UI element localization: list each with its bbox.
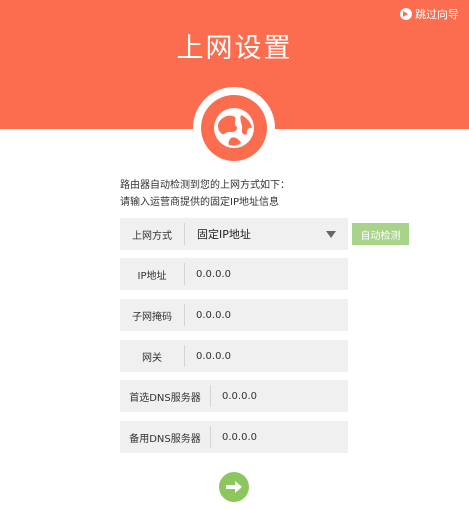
page-title: 上网设置 bbox=[176, 33, 293, 64]
connection-type-label: 上网方式 bbox=[132, 230, 172, 242]
secondary-dns-label: 备用DNS服务器 bbox=[129, 433, 201, 445]
ip-address-row: IP地址 0.0.0.0 bbox=[120, 258, 348, 290]
instruction-line-2: 请输入运营商提供的固定IP地址信息 bbox=[120, 197, 279, 208]
primary-dns-label: 首选DNS服务器 bbox=[129, 392, 201, 404]
subnet-mask-label: 子网掩码 bbox=[132, 311, 172, 323]
globe-badge bbox=[193, 87, 275, 169]
subnet-mask-input[interactable]: 0.0.0.0 bbox=[185, 310, 348, 321]
auto-detect-button[interactable]: 自动检测 bbox=[352, 223, 409, 245]
instructions: 路由器自动检测到您的上网方式如下： 请输入运营商提供的固定IP地址信息 bbox=[120, 177, 290, 211]
primary-dns-row: 首选DNS服务器 0.0.0.0 bbox=[120, 380, 348, 412]
skip-wizard-link[interactable]: 跳过向导 bbox=[400, 6, 459, 22]
gateway-label: 网关 bbox=[142, 352, 162, 364]
globe-icon bbox=[201, 95, 267, 161]
primary-dns-input[interactable]: 0.0.0.0 bbox=[211, 391, 348, 402]
ip-address-input[interactable]: 0.0.0.0 bbox=[185, 269, 348, 280]
skip-arrow-icon bbox=[400, 8, 412, 20]
instruction-line-1: 路由器自动检测到您的上网方式如下： bbox=[120, 180, 290, 191]
gateway-input[interactable]: 0.0.0.0 bbox=[185, 351, 348, 362]
subnet-mask-row: 子网掩码 0.0.0.0 bbox=[120, 299, 348, 331]
connection-type-value: 固定IP地址 bbox=[197, 228, 251, 241]
next-button[interactable] bbox=[219, 472, 249, 502]
secondary-dns-input[interactable]: 0.0.0.0 bbox=[211, 432, 348, 443]
arrow-right-icon bbox=[226, 481, 242, 493]
secondary-dns-row: 备用DNS服务器 0.0.0.0 bbox=[120, 421, 348, 453]
skip-wizard-label: 跳过向导 bbox=[415, 8, 459, 21]
gateway-row: 网关 0.0.0.0 bbox=[120, 340, 348, 372]
ip-address-label: IP地址 bbox=[137, 270, 167, 282]
connection-type-select[interactable]: 上网方式 固定IP地址 bbox=[120, 218, 348, 250]
chevron-down-icon[interactable] bbox=[326, 230, 336, 238]
